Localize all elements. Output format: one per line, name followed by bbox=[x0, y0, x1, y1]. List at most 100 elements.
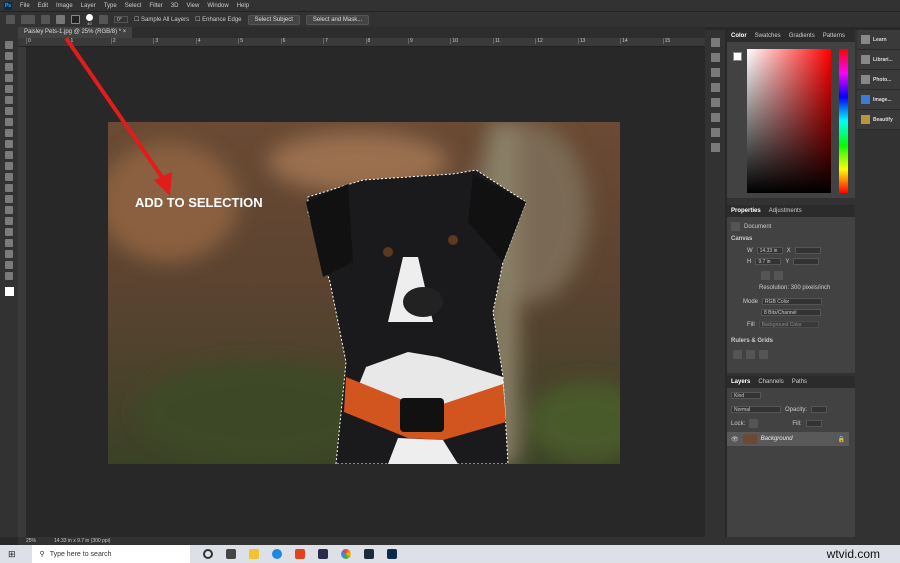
actions-play-icon[interactable] bbox=[710, 53, 720, 62]
search-placeholder: Type here to search bbox=[49, 550, 112, 558]
rulers-grids-section[interactable]: Rulers & Grids bbox=[731, 338, 773, 344]
landscape-icon[interactable] bbox=[774, 271, 783, 280]
beautify-label: Beautify bbox=[873, 116, 893, 123]
opacity-label: Opacity: bbox=[785, 406, 808, 413]
rulers-icon[interactable] bbox=[733, 350, 742, 359]
fill-label: Fill bbox=[747, 321, 755, 328]
annotation-text: ADD TO SELECTION bbox=[135, 195, 263, 210]
status-bar: 25% 14.33 in x 9.7 in (300 ppi) bbox=[18, 537, 705, 545]
image-label: Image... bbox=[873, 96, 892, 103]
lock-label: Lock: bbox=[731, 420, 746, 427]
beautify-item[interactable]: Beautify bbox=[857, 110, 900, 130]
canvas-section[interactable]: Canvas bbox=[731, 236, 752, 242]
tab-paths[interactable]: Paths bbox=[792, 379, 807, 385]
watermark: wtvid.com bbox=[826, 547, 880, 561]
y-label: Y bbox=[785, 258, 790, 265]
blend-mode-select[interactable]: Normal bbox=[731, 406, 781, 413]
edge-icon[interactable] bbox=[271, 549, 282, 559]
cortana-icon[interactable] bbox=[202, 549, 213, 559]
visibility-eye-icon[interactable]: 👁 bbox=[731, 436, 739, 443]
adjustments-icon[interactable] bbox=[710, 83, 720, 92]
width-field[interactable]: 14.33 in bbox=[756, 247, 783, 254]
panel-icon-column bbox=[705, 30, 725, 537]
layers-tabs: Layers Channels Paths bbox=[727, 376, 855, 388]
layer-row-background[interactable]: 👁 Background 🔒 bbox=[727, 432, 849, 446]
paragraph-icon[interactable] bbox=[710, 113, 720, 122]
right-panels: Color Swatches Gradients Patterns Proper… bbox=[727, 30, 857, 537]
bit-depth-select[interactable]: 8 Bits/Channel bbox=[761, 309, 821, 316]
document-info[interactable]: 14.33 in x 9.7 in (300 ppi) bbox=[54, 538, 110, 544]
taskbar-search[interactable]: ⚲ Type here to search bbox=[31, 545, 190, 563]
resolution-text: Resolution: 300 pixels/inch bbox=[759, 285, 831, 291]
learn-label: Learn bbox=[873, 36, 887, 43]
tab-gradients[interactable]: Gradients bbox=[789, 33, 815, 39]
photo-label: Photo... bbox=[873, 76, 892, 83]
lightroom-icon[interactable] bbox=[363, 549, 374, 559]
libraries-item[interactable]: Librari... bbox=[857, 50, 900, 70]
color-panel: Color Swatches Gradients Patterns bbox=[727, 30, 855, 198]
history-icon[interactable] bbox=[710, 38, 720, 47]
portrait-icon[interactable] bbox=[761, 271, 770, 280]
photoshop-taskbar-icon[interactable] bbox=[386, 549, 397, 559]
3d-icon[interactable] bbox=[710, 143, 720, 152]
fill-select[interactable]: Background Color bbox=[758, 321, 819, 328]
h-label: H bbox=[747, 258, 752, 265]
mode-label: Mode bbox=[743, 298, 759, 305]
y-field[interactable] bbox=[793, 258, 820, 265]
tab-layers[interactable]: Layers bbox=[731, 379, 750, 385]
document-icon bbox=[731, 222, 740, 231]
image-icon bbox=[861, 95, 870, 104]
w-label: W bbox=[747, 247, 753, 254]
x-field[interactable] bbox=[794, 247, 821, 254]
windows-start-icon[interactable]: ⊞ bbox=[8, 549, 16, 560]
libraries-label: Librari... bbox=[873, 56, 893, 63]
lock-icon[interactable] bbox=[749, 419, 759, 428]
properties-tabs: Properties Adjustments bbox=[727, 205, 855, 217]
office-icon[interactable] bbox=[294, 549, 305, 559]
windows-taskbar: ⊞ ⚲ Type here to search wtvid.com bbox=[0, 545, 900, 563]
x-label: X bbox=[786, 247, 791, 254]
foreground-swatch[interactable] bbox=[733, 52, 742, 61]
layer-filter-kind[interactable]: Kind bbox=[731, 392, 761, 399]
character-icon[interactable] bbox=[710, 98, 720, 107]
app-icon[interactable] bbox=[317, 549, 328, 559]
document-label: Document bbox=[744, 223, 772, 230]
layers-fill-label: Fill: bbox=[792, 420, 802, 427]
libraries-icon bbox=[861, 55, 870, 64]
height-field[interactable]: 9.7 in bbox=[755, 258, 782, 265]
layer-thumbnail bbox=[742, 434, 757, 444]
layer-name: Background bbox=[760, 436, 793, 442]
tab-patterns[interactable]: Patterns bbox=[823, 33, 845, 39]
opacity-field[interactable] bbox=[811, 406, 828, 413]
image-item[interactable]: Image... bbox=[857, 90, 900, 110]
grid-icon[interactable] bbox=[746, 350, 755, 359]
lightbulb-icon bbox=[861, 35, 870, 44]
tools-icon[interactable] bbox=[710, 128, 720, 137]
tab-swatches[interactable]: Swatches bbox=[755, 33, 781, 39]
tab-adjustments[interactable]: Adjustments bbox=[769, 208, 802, 214]
tab-properties[interactable]: Properties bbox=[731, 208, 761, 214]
task-view-icon[interactable] bbox=[225, 549, 236, 559]
color-panel-tabs: Color Swatches Gradients Patterns bbox=[727, 30, 855, 42]
layer-lock-icon: 🔒 bbox=[837, 436, 845, 443]
chrome-icon[interactable] bbox=[340, 549, 351, 559]
tab-channels[interactable]: Channels bbox=[758, 379, 783, 385]
layers-footer bbox=[705, 537, 900, 545]
zoom-level[interactable]: 25% bbox=[26, 538, 36, 544]
pc-icon bbox=[861, 75, 870, 84]
search-icon: ⚲ bbox=[39, 551, 45, 558]
layers-panel: Layers Channels Paths Kind Normal Opacity… bbox=[727, 376, 855, 537]
photo-item[interactable]: Photo... bbox=[857, 70, 900, 90]
brush-settings-icon[interactable] bbox=[710, 68, 720, 77]
layers-fill-field[interactable] bbox=[805, 420, 822, 427]
learn-panel: Learn Librari... Photo... Image... Beaut… bbox=[857, 30, 900, 537]
tab-color[interactable]: Color bbox=[731, 33, 747, 39]
properties-panel: Properties Adjustments Document Canvas W… bbox=[727, 205, 855, 373]
guides-icon[interactable] bbox=[759, 350, 768, 359]
color-picker-field[interactable] bbox=[747, 49, 831, 193]
mode-select[interactable]: RGB Color bbox=[762, 298, 823, 305]
beautify-icon bbox=[861, 115, 870, 124]
hue-slider[interactable] bbox=[839, 49, 848, 193]
learn-item[interactable]: Learn bbox=[857, 30, 900, 50]
file-explorer-icon[interactable] bbox=[248, 549, 259, 559]
